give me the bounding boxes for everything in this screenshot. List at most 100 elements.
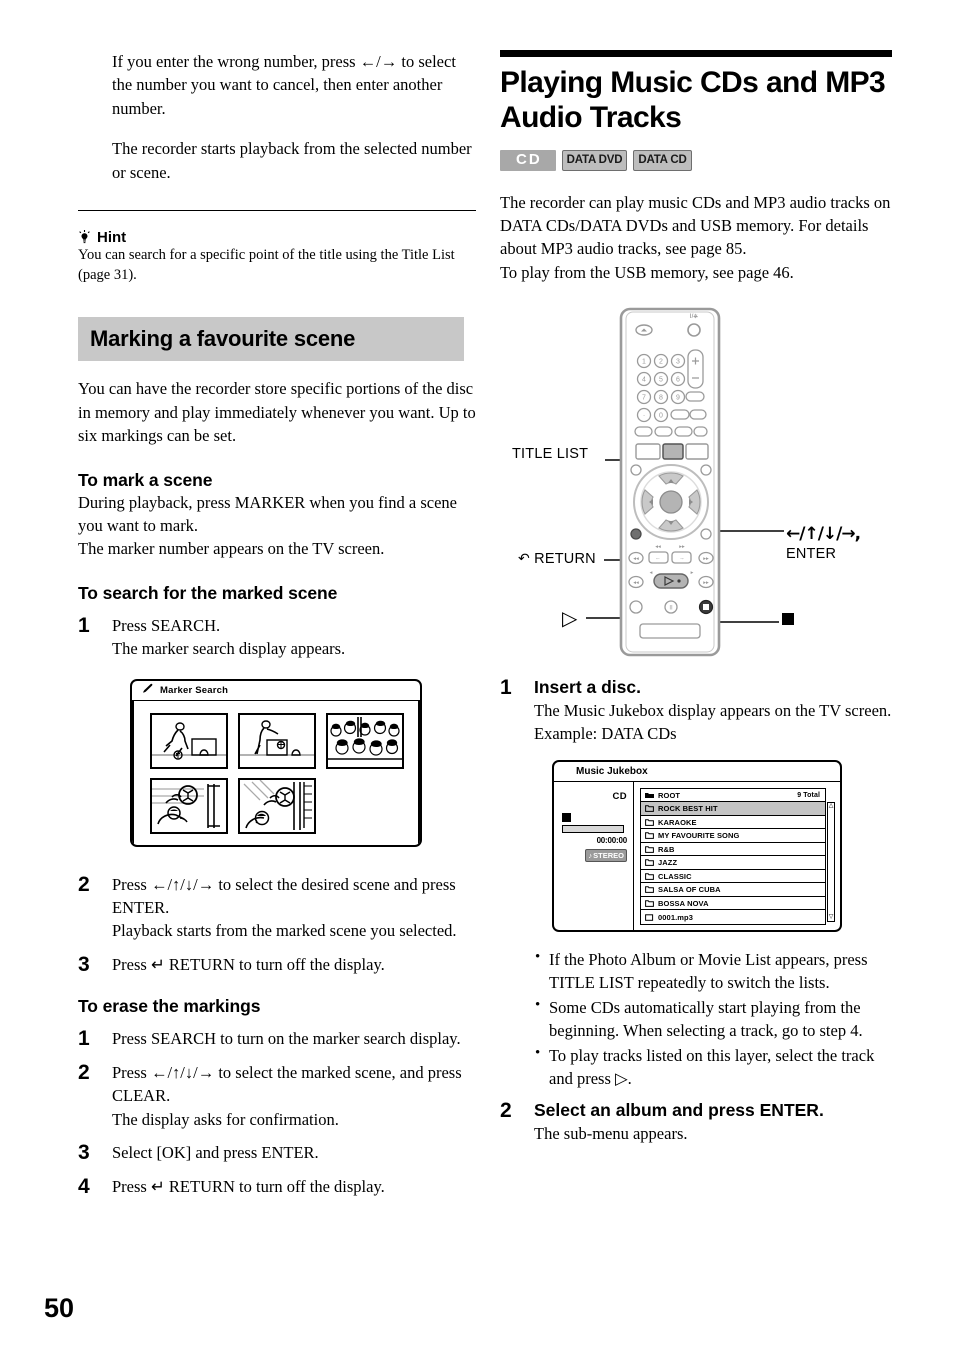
stop-icon (562, 812, 571, 822)
page-title: Playing Music CDs and MP3 Audio Tracks (500, 66, 886, 134)
list-item[interactable]: ROCK BEST HIT (641, 802, 825, 816)
svg-text:5: 5 (659, 377, 663, 384)
step-content: Press SEARCH. The marker search display … (112, 614, 476, 661)
title-list-button (662, 443, 684, 461)
scroll-down-arrow[interactable]: ▽ (828, 914, 834, 921)
step-search-1: 1 Press SEARCH. The marker search displa… (78, 614, 476, 661)
marker-pen-icon (142, 681, 154, 699)
list-item[interactable]: CLASSIC (641, 870, 825, 884)
step-lead: Select [OK] and press ENTER. (112, 1143, 319, 1163)
list-header-row: ROOT 9 Total (641, 789, 825, 803)
jukebox-window-title: Music Jukebox (576, 765, 648, 777)
svg-text:◂◂: ◂◂ (633, 556, 639, 562)
list-item-label: CLASSIC (658, 871, 692, 881)
step-search-3: 3 Press ↵ RETURN to turn off the display… (78, 953, 476, 977)
step-number: 1 (500, 676, 512, 700)
list-item[interactable]: JAZZ (641, 856, 825, 870)
step-content: Press ←/↑/↓/→ to select the marked scene… (112, 1061, 476, 1131)
subheading-mark-scene: To mark a scene (78, 469, 213, 490)
left-column: If you enter the wrong number, press ←/→… (78, 50, 476, 1198)
svg-text:2: 2 (659, 359, 663, 366)
hint-heading-label: Hint (97, 229, 127, 247)
return-button (630, 528, 642, 540)
step-lead: Press ↵ RETURN to turn off the display. (112, 1176, 385, 1196)
svg-text:◂◂: ◂◂ (655, 544, 661, 550)
step-number: 3 (78, 952, 90, 976)
list-item-label: KARAOKE (658, 817, 697, 827)
svg-text:3: 3 (676, 359, 680, 366)
svg-text:9: 9 (676, 395, 680, 402)
step-number: 2 (78, 1060, 90, 1084)
svg-text:0: 0 (659, 413, 663, 420)
subheading-erase-markings: To erase the markings (78, 996, 261, 1017)
step-number: 4 (78, 1174, 90, 1198)
audio-badge: ♪ STEREO (585, 848, 627, 862)
list-item[interactable]: SALSA OF CUBA (641, 883, 825, 897)
svg-text:←: ← (655, 556, 661, 562)
open-folder-icon (645, 792, 654, 799)
leader-line-stop (719, 621, 779, 623)
folder-icon (645, 899, 654, 907)
section-intro: You can have the recorder store specific… (78, 379, 476, 446)
right-column: Playing Music CDs and MP3 Audio Tracks C… (500, 50, 892, 1146)
folder-icon (645, 872, 654, 880)
marker-thumbnail[interactable] (238, 712, 316, 769)
folder-icon (645, 805, 654, 813)
svg-text:I/⎈: I/⎈ (690, 314, 698, 320)
marker-thumbnail[interactable] (150, 777, 228, 834)
list-item[interactable]: 0001.mp3 (641, 910, 825, 924)
remote-label-play: ▷ (562, 606, 578, 631)
step-content: Select [OK] and press ENTER. (112, 1141, 476, 1164)
marker-search-titlebar: Marker Search (132, 681, 420, 701)
svg-text:6: 6 (676, 377, 680, 384)
svg-text:II: II (669, 606, 673, 612)
list-item[interactable]: R&B (641, 843, 825, 857)
scroll-up-arrow[interactable]: △ (828, 803, 834, 810)
svg-text:·: · (643, 413, 645, 420)
jukebox-list-panel: ROOT 9 Total ROCK BEST HIT KARAOKE MY FA… (634, 782, 840, 930)
page-number: 50 (44, 1293, 75, 1323)
marker-thumbnail[interactable] (326, 712, 404, 769)
hint-heading: Hint (78, 229, 476, 246)
disc-type-badges: CD DATA DVD DATA CD (500, 149, 892, 171)
step-content: Press ↵ RETURN to turn off the display. (112, 1175, 476, 1198)
folder-icon (645, 886, 654, 894)
step-content: Press ←/↑/↓/→ to select the desired scen… (112, 873, 476, 943)
manual-page: If you enter the wrong number, press ←/→… (0, 0, 954, 1352)
marker-search-window-title: Marker Search (160, 684, 229, 696)
badge-data-cd: DATA CD (633, 149, 692, 171)
list-item[interactable]: MY FAVOURITE SONG (641, 829, 825, 843)
step-sub-line: The sub-menu appears. (534, 1124, 688, 1144)
music-jukebox-window: Music Jukebox CD 00:00:00 ♪ STEREO ROOT … (552, 759, 842, 932)
remote-label-stop (782, 612, 794, 628)
step-content: Insert a disc. The Music Jukebox display… (534, 676, 892, 746)
svg-text:◂: ◂ (650, 570, 653, 576)
step-sub-line: Example: DATA CDs (534, 724, 677, 744)
badge-cd: CD (500, 149, 556, 171)
jukebox-status-panel: CD 00:00:00 ♪ STEREO (554, 781, 634, 930)
marker-thumbnail[interactable] (238, 777, 316, 834)
progress-bar (562, 824, 624, 833)
marker-left-rule (132, 700, 135, 845)
list-item[interactable]: BOSSA NOVA (641, 897, 825, 911)
svg-text:◂◂: ◂◂ (633, 580, 639, 586)
step-lead: Press ↵ RETURN to turn off the display. (112, 954, 385, 974)
step-lead: Press ←/↑/↓/→ to select the marked scene… (112, 1062, 462, 1106)
list-scrollbar[interactable]: △ ▽ (827, 801, 835, 922)
marker-thumbnail[interactable] (150, 712, 228, 769)
step-number: 3 (78, 1141, 90, 1165)
step-sub-line: The Music Jukebox display appears on the… (534, 701, 892, 721)
step-lead: Insert a disc. (534, 677, 641, 698)
list-item[interactable]: KARAOKE (641, 816, 825, 830)
list-item-label: R&B (658, 844, 675, 854)
step-erase-4: 4 Press ↵ RETURN to turn off the display… (78, 1175, 476, 1199)
playback-time: 00:00:00 (596, 835, 628, 845)
